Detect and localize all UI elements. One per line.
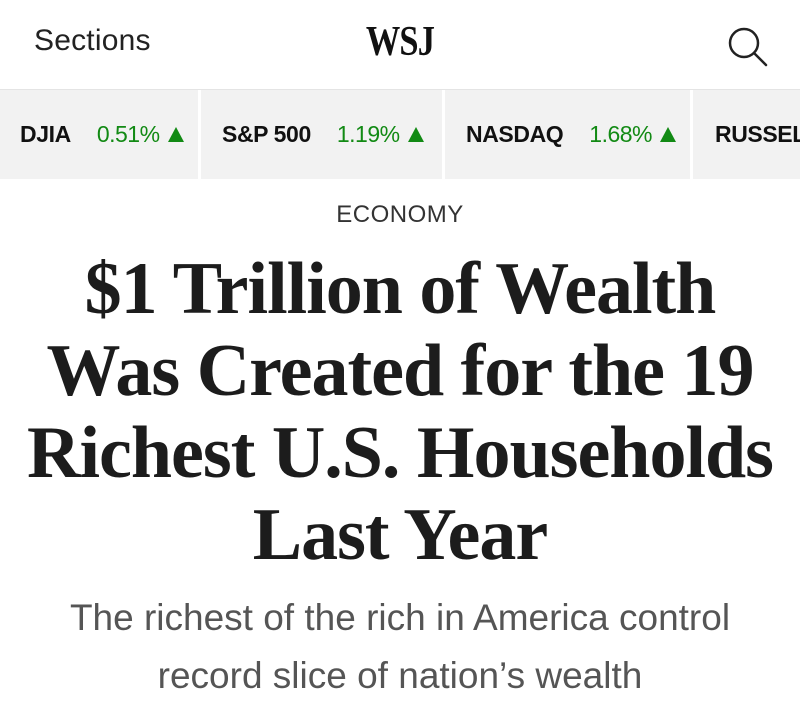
up-arrow-icon xyxy=(167,127,184,142)
ticker-name: S&P 500 xyxy=(222,121,311,147)
article-headline[interactable]: $1 Trillion of Wealth Was Created for th… xyxy=(20,248,780,576)
article-subhead: The richest of the rich in America contr… xyxy=(69,597,731,696)
ticker-change: 1.68% xyxy=(589,121,652,147)
ticker-name: RUSSELL xyxy=(715,121,800,147)
ticker-change: 0.51% xyxy=(96,121,160,147)
market-ticker: DJIA 0.51% S&P 500 1.19% NASDAQ 1.68% RU… xyxy=(0,90,800,179)
ticker-change: 1.19% xyxy=(336,121,400,147)
search-icon xyxy=(728,27,768,67)
ticker-item-djia[interactable]: DJIA 0.51% xyxy=(0,90,198,179)
ticker-item-sp500[interactable]: S&P 500 1.19% xyxy=(201,90,442,179)
ticker-item-nasdaq[interactable]: NASDAQ 1.68% xyxy=(445,90,690,179)
ticker-name: NASDAQ xyxy=(466,121,564,147)
up-arrow-icon xyxy=(660,127,676,142)
top-navigation-bar: Sections WSJ xyxy=(0,0,800,90)
section-kicker[interactable]: ECONOMY xyxy=(0,201,800,229)
ticker-item-russell[interactable]: RUSSELL xyxy=(693,90,800,179)
wsj-logo[interactable]: WSJ xyxy=(72,18,728,66)
up-arrow-icon xyxy=(407,127,424,142)
search-button[interactable] xyxy=(722,22,772,72)
ticker-name: DJIA xyxy=(20,121,71,147)
